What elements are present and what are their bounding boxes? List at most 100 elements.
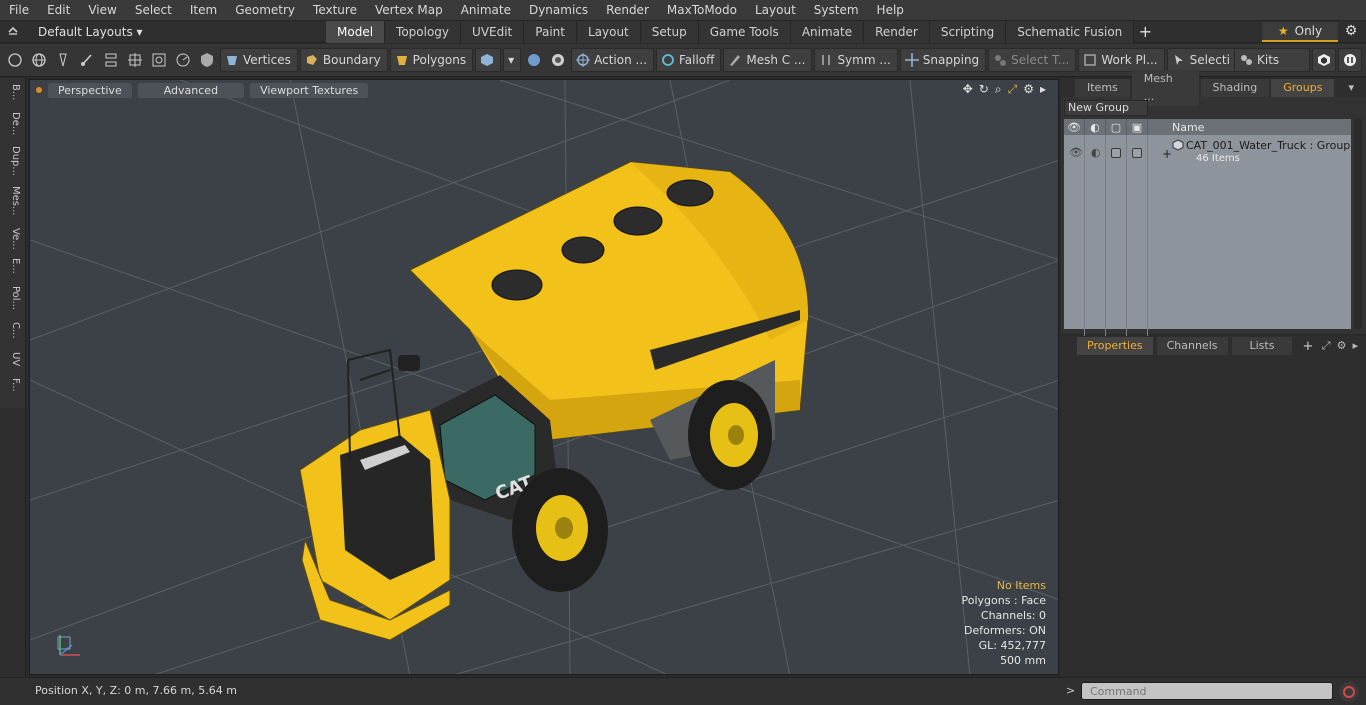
transform-icon[interactable] [124,48,146,72]
ball-icon[interactable] [547,48,569,72]
menu-vertex-map[interactable]: Vertex Map [366,0,452,21]
left-tab-mesh-edit[interactable]: Mes... [3,186,21,216]
table-row[interactable]: 👁 ◐ + CAT_001_Water_Truck : Group 46 Ite… [1064,137,1351,169]
left-tab-edge[interactable]: E... [3,258,21,274]
menu-system[interactable]: System [805,0,868,21]
expand-panel-icon[interactable]: ⤢ [1322,339,1331,353]
clock-icon[interactable] [172,48,194,72]
tab-shading[interactable]: Shading [1200,79,1270,97]
menu-animate[interactable]: Animate [452,0,520,21]
add-properties-tab-button[interactable]: + [1296,339,1319,354]
unity-button[interactable] [1312,48,1336,72]
groups-scrollbar[interactable] [1354,119,1362,329]
align-icon[interactable] [100,48,122,72]
menu-render[interactable]: Render [597,0,658,21]
menu-select[interactable]: Select [126,0,181,21]
tab-setup[interactable]: Setup [640,20,699,43]
tab-render[interactable]: Render [864,20,930,43]
visibility-column-icon[interactable]: 👁 [1064,119,1085,135]
select-through-button[interactable]: Select T... [988,48,1077,72]
unreal-button[interactable] [1338,48,1362,72]
only-toggle[interactable]: ★ Only [1262,22,1338,42]
work-plane-button[interactable]: Work Pl... [1078,48,1165,72]
tab-channels[interactable]: Channels [1156,337,1228,355]
rotate-icon[interactable]: ↻ [979,82,989,97]
shield-icon[interactable] [196,48,218,72]
falloff-button[interactable]: Falloff [655,48,722,72]
tab-uvedit[interactable]: UVEdit [461,20,525,43]
snap-sphere-icon[interactable] [523,48,545,72]
globe-icon[interactable] [28,48,50,72]
brush-icon[interactable] [76,48,98,72]
name-column-header[interactable]: Name [1148,121,1204,134]
left-tab-curve[interactable]: C... [3,322,21,339]
items-tabs-dropdown[interactable]: ▾ [1336,79,1366,97]
kits-button[interactable]: Kits [1234,48,1310,72]
menu-texture[interactable]: Texture [304,0,366,21]
tab-game-tools[interactable]: Game Tools [698,20,791,43]
pan-icon[interactable]: ✥ [963,82,973,97]
menu-layout[interactable]: Layout [746,0,805,21]
tab-lists[interactable]: Lists [1231,337,1293,355]
mode-dropdown[interactable]: ▾ [503,48,522,72]
menu-edit[interactable]: Edit [38,0,79,21]
eye-icon[interactable]: 👁 [1069,146,1083,159]
viewport-textures-button[interactable]: Viewport Textures [250,82,369,98]
advanced-button[interactable]: Advanced [137,82,245,98]
left-tab-vertex[interactable]: Ve... [3,228,21,250]
lock-checkbox[interactable] [1111,148,1121,158]
panel-gear-icon[interactable]: ⚙ [1337,339,1347,353]
render-column-icon[interactable]: ◐ [1085,119,1106,135]
tab-items[interactable]: Items [1075,79,1130,97]
left-tab-deform[interactable]: De... [3,112,21,135]
tab-layout[interactable]: Layout [576,20,641,43]
tab-paint[interactable]: Paint [524,20,577,43]
viewport-gear-icon[interactable]: ⚙ [1023,82,1034,97]
panel-menu-icon[interactable]: ▸ [1352,339,1358,353]
menu-geometry[interactable]: Geometry [226,0,304,21]
menu-dynamics[interactable]: Dynamics [520,0,597,21]
add-tab-button[interactable]: + [1134,21,1156,43]
viewport-menu-dot[interactable] [36,87,42,93]
menu-maxtomodo[interactable]: MaxToModo [658,0,746,21]
cube-mode-button[interactable] [475,48,502,72]
gear-icon[interactable]: ⚙ [1342,23,1360,41]
left-tab-polygon[interactable]: Pol... [3,286,21,310]
polygons-button[interactable]: Polygons [389,48,474,72]
tab-scripting[interactable]: Scripting [929,20,1007,43]
menu-item[interactable]: Item [181,0,226,21]
select-checkbox[interactable] [1132,148,1142,158]
left-tab-fusion[interactable]: F... [3,378,21,392]
fit-icon[interactable]: ⤢ [1008,82,1018,97]
tab-topology[interactable]: Topology [385,20,462,43]
action-center-button[interactable]: Action ... [571,48,654,72]
expand-icon[interactable]: + [1162,147,1172,161]
left-tab-uv[interactable]: UV [3,352,21,366]
tab-schematic-fusion[interactable]: Schematic Fusion [1006,20,1135,43]
left-tab-basic[interactable]: B... [3,84,21,100]
zoom-icon[interactable]: ⌕ [995,82,1002,97]
tab-properties[interactable]: Properties [1077,337,1153,355]
perspective-button[interactable]: Perspective [48,82,132,98]
snapping-button[interactable]: Snapping [899,48,987,72]
boundary-button[interactable]: Boundary [299,48,388,72]
menu-help[interactable]: Help [868,0,913,21]
layout-selector[interactable]: Default Layouts ▾ [26,25,326,39]
command-input[interactable] [1081,682,1333,700]
render-toggle-icon[interactable]: ◐ [1091,146,1101,159]
symmetry-button[interactable]: Symm ... [814,48,898,72]
tab-groups[interactable]: Groups [1271,79,1335,97]
left-tab-duplicate[interactable]: Dup... [3,146,21,176]
select-column-icon[interactable]: ▣ [1127,119,1148,135]
menu-file[interactable]: File [0,0,38,21]
vertices-button[interactable]: Vertices [220,48,298,72]
pen-icon[interactable] [52,48,74,72]
3d-viewport[interactable]: CAT Perspective Advanced Viewport Textur… [29,79,1059,675]
layout-toggle-icon[interactable] [0,25,26,38]
frame-icon[interactable] [148,48,170,72]
lock-column-icon[interactable]: ▢ [1106,119,1127,135]
tab-animate[interactable]: Animate [790,20,865,43]
record-macro-button[interactable] [1339,682,1359,702]
mesh-constraint-button[interactable]: Mesh C ... [723,48,813,72]
circle-select-icon[interactable] [4,48,26,72]
